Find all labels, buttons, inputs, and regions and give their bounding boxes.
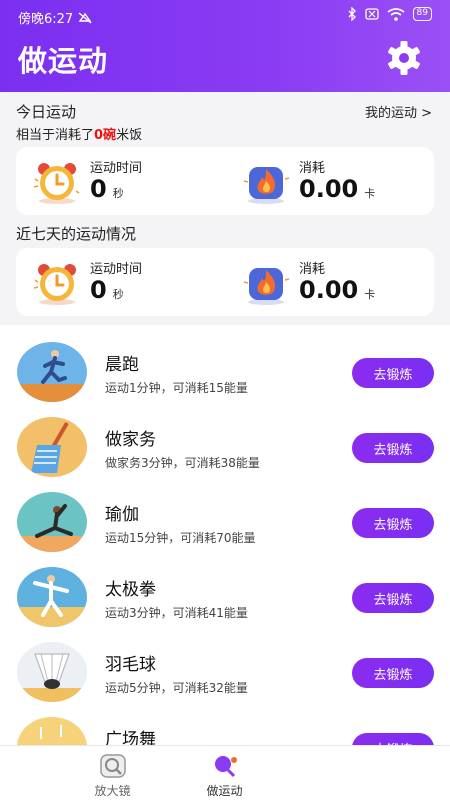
list-item: 做家务 做家务3分钟，可消耗38能量 去锻炼 (0, 417, 450, 492)
bluetooth-icon (348, 7, 356, 21)
alarm-clock-icon (33, 163, 80, 204)
activity-title: 瑜伽 (105, 505, 139, 525)
go-exercise-button[interactable]: 去锻炼 (352, 508, 434, 538)
go-exercise-button[interactable]: 去锻炼 (352, 358, 434, 388)
today-burn-unit: 卡 (364, 187, 376, 200)
status-time: 傍晚6:27 (18, 12, 74, 27)
week-time-stat: 运动时间 0秒 (32, 248, 222, 316)
week-burn-unit: 卡 (364, 288, 376, 301)
today-burn-value: 0.00 卡 (299, 175, 375, 203)
settings-button[interactable] (386, 40, 422, 76)
sim-icon (364, 8, 379, 20)
today-time-value: 0秒 (90, 175, 124, 203)
summary-suffix: 米饭 (116, 128, 143, 143)
status-bar: 傍晚6:27 89 (0, 0, 450, 30)
list-item: 羽毛球 运动5分钟，可消耗32能量 去锻炼 (0, 642, 450, 717)
activity-title: 晨跑 (105, 355, 139, 375)
today-burn-stat: 消耗 0.00 卡 (241, 147, 431, 215)
tab-sport[interactable]: 做运动 (112, 746, 337, 800)
activity-desc: 运动15分钟，可消耗70能量 (105, 531, 256, 545)
go-exercise-button[interactable]: 去锻炼 (352, 733, 434, 745)
summary-bowls: 0碗 (94, 128, 117, 143)
list-item: 晨跑 运动1分钟，可消耗15能量 去锻炼 (0, 342, 450, 417)
table-tennis-icon (214, 756, 237, 778)
housework-thumbnail (17, 417, 87, 477)
today-burn-number: 0.00 (299, 175, 359, 203)
running-thumbnail (17, 342, 87, 402)
gear-icon (388, 41, 420, 75)
activity-title: 广场舞 (105, 730, 156, 745)
no-disturb-icon (78, 11, 92, 24)
today-time-unit: 秒 (112, 187, 124, 200)
header-bar: 傍晚6:27 89 做运动 (0, 0, 450, 92)
flame-icon (243, 167, 290, 204)
battery-indicator: 89 (412, 7, 432, 21)
today-burn-label: 消耗 (299, 161, 326, 176)
flame-icon (243, 268, 290, 305)
week-time-label: 运动时间 (90, 262, 143, 277)
yoga-thumbnail (17, 492, 87, 552)
activity-title: 羽毛球 (105, 655, 156, 675)
week-time-unit: 秒 (112, 288, 124, 301)
activity-desc: 运动1分钟，可消耗15能量 (105, 381, 248, 395)
bottom-tab-bar: 放大镜 做运动 (0, 745, 450, 800)
list-item: 广场舞 去锻炼 (0, 717, 450, 745)
badminton-thumbnail (17, 642, 87, 702)
today-heading: 今日运动 (16, 103, 77, 121)
tai-chi-thumbnail (17, 567, 87, 627)
go-exercise-button[interactable]: 去锻炼 (352, 658, 434, 688)
activity-title: 太极拳 (105, 580, 156, 600)
alarm-clock-icon (33, 264, 76, 305)
week-burn-stat: 消耗 0.00 卡 (241, 248, 431, 316)
week-burn-number: 0.00 (299, 276, 359, 304)
week-burn-value: 0.00 卡 (299, 276, 375, 304)
list-item: 太极拳 运动3分钟，可消耗41能量 去锻炼 (0, 567, 450, 642)
summary-prefix: 相当于消耗了 (16, 128, 95, 143)
wifi-icon (387, 7, 405, 21)
today-summary: 相当于消耗了0碗米饭 (16, 124, 142, 143)
square-dance-thumbnail (17, 717, 87, 745)
today-stats-card: 运动时间 0秒 消耗 0.00 卡 (16, 147, 434, 215)
week-time-number: 0 (90, 276, 107, 304)
today-time-label: 运动时间 (90, 161, 143, 176)
activity-title: 做家务 (105, 430, 156, 450)
activity-desc: 运动5分钟，可消耗32能量 (105, 681, 248, 695)
activity-desc: 做家务3分钟，可消耗38能量 (105, 456, 260, 470)
activity-desc: 运动3分钟，可消耗41能量 (105, 606, 248, 620)
week-stats-card: 运动时间 0秒 消耗 0.00 卡 (16, 248, 434, 316)
week-time-value: 0秒 (90, 276, 124, 304)
my-sport-link[interactable]: 我的运动 > (365, 102, 432, 121)
week-burn-label: 消耗 (299, 262, 326, 277)
today-time-stat: 运动时间 0秒 (32, 147, 222, 215)
tab-label: 做运动 (206, 784, 243, 798)
page-title: 做运动 (18, 44, 109, 78)
go-exercise-button[interactable]: 去锻炼 (352, 433, 434, 463)
week-heading: 近七天的运动情况 (16, 225, 137, 243)
activity-list[interactable]: 晨跑 运动1分钟，可消耗15能量 去锻炼 做家务 做家务3分钟，可消耗38能量 … (0, 325, 450, 745)
today-time-number: 0 (90, 175, 107, 203)
list-item: 瑜伽 运动15分钟，可消耗70能量 去锻炼 (0, 492, 450, 567)
go-exercise-button[interactable]: 去锻炼 (352, 583, 434, 613)
